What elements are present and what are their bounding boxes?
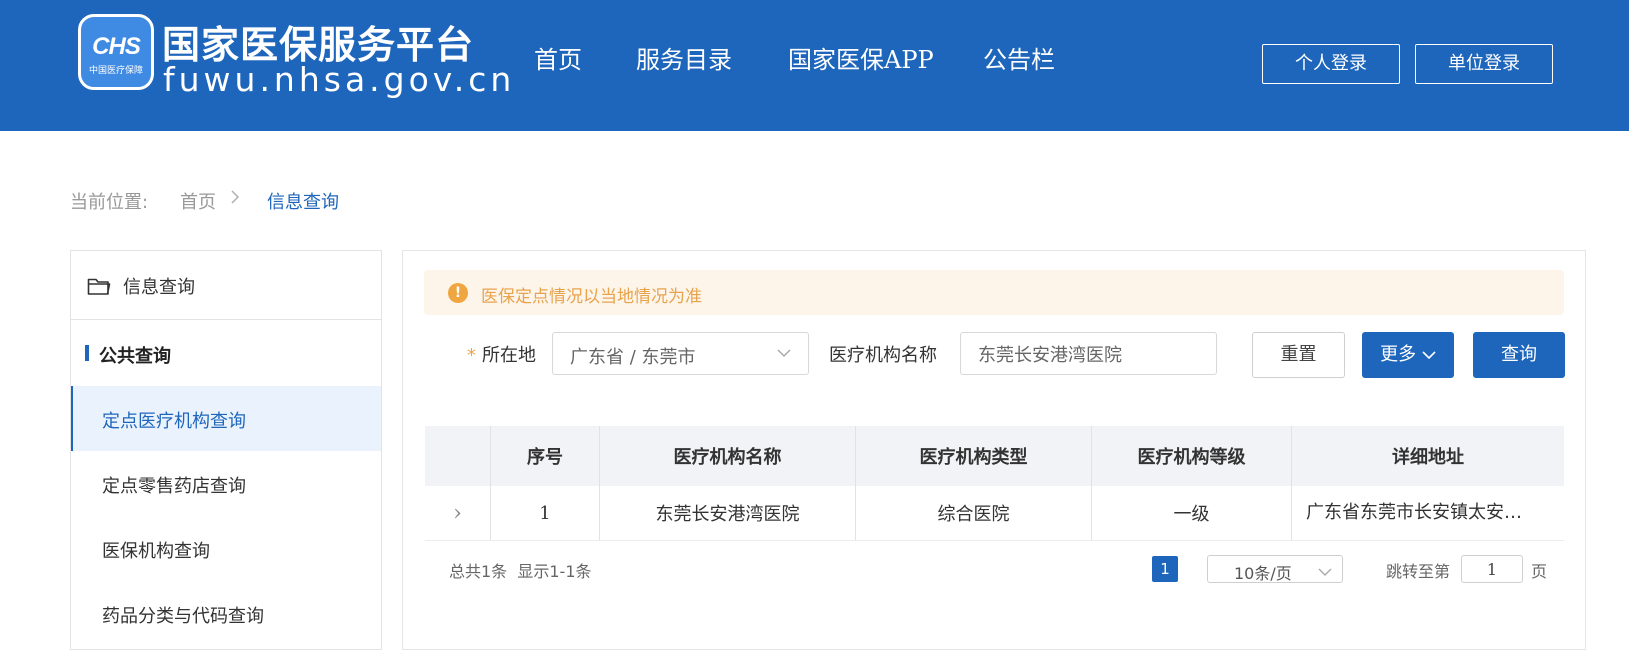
breadcrumb-current: 信息查询 <box>267 192 339 213</box>
header-type: 医疗机构类型 <box>856 426 1092 486</box>
reset-button[interactable]: 重置 <box>1252 332 1345 378</box>
more-button-label: 更多 <box>1380 344 1417 365</box>
sidebar-item-label: 定点医疗机构查询 <box>102 411 246 432</box>
row-level: 一级 <box>1092 486 1292 540</box>
nav-service-catalog[interactable]: 服务目录 <box>636 40 732 75</box>
jump-page-input[interactable] <box>1461 555 1523 583</box>
group-marker <box>85 345 89 361</box>
row-name: 东莞长安港湾医院 <box>600 486 856 540</box>
header-level: 医疗机构等级 <box>1092 426 1292 486</box>
sidebar-item-insurance-agency[interactable]: 医保机构查询 <box>71 516 381 581</box>
sidebar-header: 信息查询 <box>71 251 381 320</box>
page-size-value: 10条/页 <box>1234 564 1292 583</box>
sidebar-item-retail-pharmacy[interactable]: 定点零售药店查询 <box>71 451 381 516</box>
jump-label: 跳转至第 <box>1386 562 1451 581</box>
institution-name-label: 医疗机构名称 <box>829 345 937 366</box>
location-value: 广东省 / 东莞市 <box>570 347 696 368</box>
sidebar-item-label: 医保机构查询 <box>102 541 210 562</box>
header-expand <box>425 426 491 486</box>
pagination-summary: 总共1条 显示1-1条 <box>449 558 592 582</box>
sidebar-item-drug-classification[interactable]: 药品分类与代码查询 <box>71 581 381 646</box>
nav-app[interactable]: 国家医保APP <box>788 40 934 75</box>
breadcrumb-chevron-icon <box>230 187 240 212</box>
breadcrumb-label: 当前位置: <box>70 192 149 213</box>
personal-login-button[interactable]: 个人登录 <box>1262 44 1400 84</box>
sidebar-item-medical-institution[interactable]: 定点医疗机构查询 <box>71 386 381 451</box>
location-label-text: 所在地 <box>482 345 536 366</box>
warning-icon: ! <box>448 283 468 303</box>
notice-text: 医保定点情况以当地情况为准 <box>481 287 702 307</box>
page-number-current[interactable]: 1 <box>1152 556 1178 582</box>
unit-login-button[interactable]: 单位登录 <box>1415 44 1553 84</box>
row-expand-chevron-icon[interactable]: › <box>425 486 491 540</box>
more-button[interactable]: 更多 <box>1362 332 1454 378</box>
sidebar-item-label: 定点零售药店查询 <box>102 476 246 497</box>
sidebar-title: 信息查询 <box>123 277 195 298</box>
notice-bar: ! 医保定点情况以当地情况为准 <box>424 270 1564 315</box>
row-index: 1 <box>491 486 600 540</box>
folder-icon <box>87 276 111 300</box>
required-mark: * <box>467 345 476 366</box>
chevron-down-icon <box>776 345 792 366</box>
header-index: 序号 <box>491 426 600 486</box>
jump-unit: 页 <box>1531 562 1548 581</box>
chevron-down-icon <box>1318 563 1332 582</box>
row-address: 广东省东莞市长安镇太安… <box>1306 502 1522 523</box>
page-size-select[interactable]: 10条/页 <box>1207 555 1343 583</box>
sidebar-group-public: 公共查询 <box>71 320 381 387</box>
location-select[interactable]: 广东省 / 东莞市 <box>552 332 809 375</box>
logo-badge-text: CHS <box>92 33 141 60</box>
sidebar-item-label: 药品分类与代码查询 <box>102 606 264 627</box>
table-header: 序号 医疗机构名称 医疗机构类型 医疗机构等级 详细地址 <box>425 426 1564 486</box>
logo-badge-org: 中国医疗保障 <box>88 66 143 76</box>
table-row[interactable]: › 1 东莞长安港湾医院 综合医院 一级 广东省东莞市长安镇太安… <box>425 486 1564 541</box>
institution-name-input[interactable] <box>960 332 1217 375</box>
header-name: 医疗机构名称 <box>600 426 856 486</box>
location-label: * 所在地 <box>467 341 536 367</box>
sidebar: 信息查询 公共查询 定点医疗机构查询 定点零售药店查询 医保机构查询 药品分类与… <box>70 250 382 650</box>
header-address: 详细地址 <box>1392 447 1464 468</box>
site-url: fuwu.nhsa.gov.cn <box>163 60 516 99</box>
display-range: 显示1-1条 <box>517 562 592 581</box>
query-button[interactable]: 查询 <box>1473 332 1565 378</box>
sidebar-group-label: 公共查询 <box>99 346 171 367</box>
chevron-down-icon <box>1422 351 1436 360</box>
top-header: CHS 中国医疗保障 国家医保服务平台 fuwu.nhsa.gov.cn 首页 … <box>0 0 1629 131</box>
row-type: 综合医院 <box>856 486 1092 540</box>
breadcrumb-home[interactable]: 首页 <box>180 188 216 214</box>
nhsa-logo-icon[interactable]: CHS 中国医疗保障 <box>78 14 154 90</box>
nav-bulletin[interactable]: 公告栏 <box>983 40 1055 75</box>
total-count: 总共1条 <box>449 562 508 581</box>
nav-home[interactable]: 首页 <box>534 40 582 75</box>
